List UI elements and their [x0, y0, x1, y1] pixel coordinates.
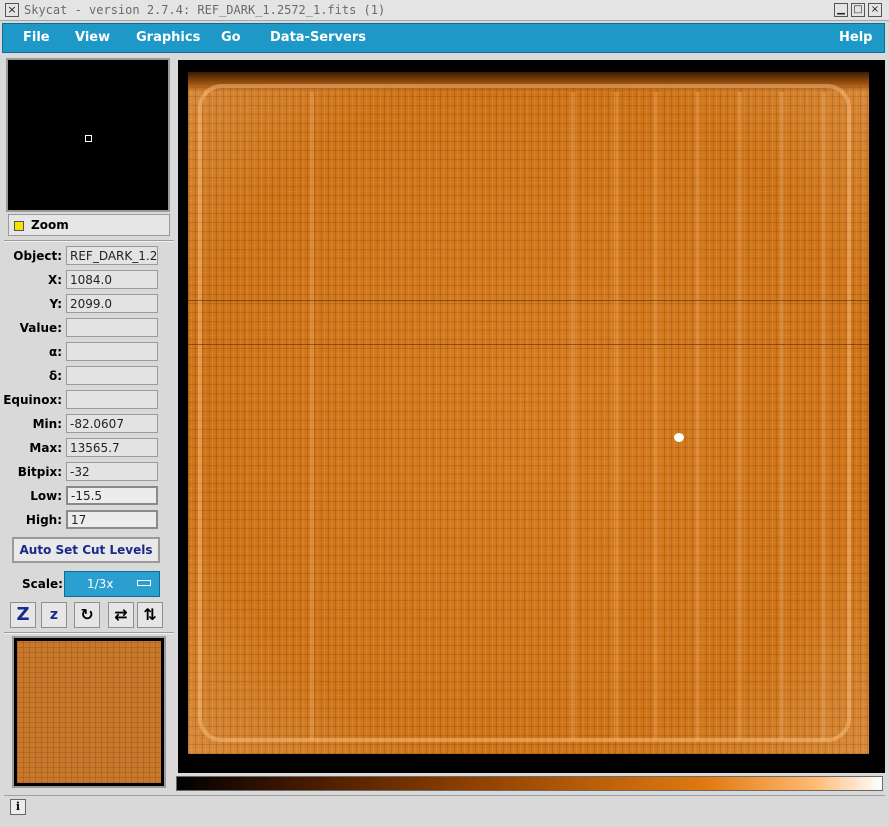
- field-label: δ:: [48, 369, 62, 383]
- title-bar: × Skycat - version 2.7.4: REF_DARK_1.257…: [0, 0, 889, 21]
- column-stripe: [780, 92, 784, 740]
- column-stripe: [738, 92, 742, 740]
- field-value: Value:: [6, 318, 162, 338]
- flip-x-button[interactable]: ⇄: [108, 602, 134, 628]
- high-input[interactable]: 17: [66, 510, 158, 529]
- scale-label: Scale:: [22, 577, 63, 591]
- field-high: High: 17: [6, 510, 162, 530]
- maximize-icon[interactable]: □: [851, 3, 865, 17]
- menu-bar: File View Graphics Go Data-Servers Help: [2, 23, 885, 53]
- menu-go[interactable]: Go: [221, 30, 241, 45]
- divider: [4, 240, 174, 242]
- panner-view[interactable]: [6, 58, 170, 212]
- low-input[interactable]: -15.5: [66, 486, 158, 505]
- field-label: Low:: [30, 489, 62, 503]
- field-label: Max:: [29, 441, 62, 455]
- field-label: Y:: [49, 297, 62, 311]
- menu-view[interactable]: View: [75, 30, 110, 45]
- app-close-icon[interactable]: ×: [5, 3, 19, 17]
- zoom-in-button[interactable]: Z: [10, 602, 36, 628]
- hot-pixel: [674, 433, 684, 442]
- field-x: X: 1084.0: [6, 270, 162, 290]
- flip-y-icon: ⇅: [143, 605, 157, 624]
- max-value: 13565.7: [66, 438, 158, 457]
- info-icon: i: [10, 799, 26, 815]
- column-stripe: [654, 92, 658, 740]
- object-value: REF_DARK_1.2: [66, 246, 158, 265]
- column-stripe: [571, 92, 575, 740]
- field-label: Object:: [13, 249, 62, 263]
- scale-menu[interactable]: 1/3x: [64, 571, 160, 597]
- colorbar[interactable]: [176, 776, 883, 791]
- zoom-in-icon: Z: [16, 604, 30, 625]
- rotate-button[interactable]: ↻: [74, 602, 100, 628]
- field-min: Min: -82.0607: [6, 414, 162, 434]
- fits-image[interactable]: [188, 72, 869, 754]
- row-line: [188, 344, 869, 345]
- x-value: 1084.0: [66, 270, 158, 289]
- dec-value: [66, 366, 158, 385]
- field-label: α:: [48, 345, 62, 359]
- menu-file[interactable]: File: [23, 30, 50, 45]
- column-stripe: [822, 92, 826, 740]
- min-value: -82.0607: [66, 414, 158, 433]
- field-label: Min:: [32, 417, 62, 431]
- menu-data-servers[interactable]: Data-Servers: [270, 30, 366, 45]
- flip-x-icon: ⇄: [114, 605, 128, 624]
- row-line: [188, 300, 869, 301]
- thumbnail-pixels: [17, 641, 161, 783]
- field-object: Object: REF_DARK_1.2: [6, 246, 162, 266]
- pixel-value: [66, 318, 158, 337]
- field-ra: α:: [6, 342, 162, 362]
- flip-y-button[interactable]: ⇅: [137, 602, 163, 628]
- rotate-icon: ↻: [80, 605, 94, 624]
- pan-marker[interactable]: [85, 135, 92, 142]
- equinox-value: [66, 390, 158, 409]
- zoom-out-icon: z: [49, 607, 59, 623]
- field-label: Bitpix:: [17, 465, 62, 479]
- zoom-label: Zoom: [31, 218, 69, 232]
- menu-help[interactable]: Help: [839, 30, 872, 45]
- status-bar: i: [4, 795, 885, 819]
- field-label: Value:: [19, 321, 62, 335]
- field-equinox: Equinox:: [3, 390, 162, 410]
- scale-value: 1/3x: [87, 577, 114, 591]
- menu-graphics[interactable]: Graphics: [136, 30, 200, 45]
- field-label: Equinox:: [3, 393, 62, 407]
- field-label: High:: [25, 513, 62, 527]
- bitpix-value: -32: [66, 462, 158, 481]
- window-title: Skycat - version 2.7.4: REF_DARK_1.2572_…: [24, 3, 386, 17]
- y-value: 2099.0: [66, 294, 158, 313]
- zoom-indicator-icon: [14, 221, 24, 231]
- column-stripe: [310, 92, 314, 740]
- field-y: Y: 2099.0: [6, 294, 162, 314]
- field-bitpix: Bitpix: -32: [6, 462, 162, 482]
- field-dec: δ:: [6, 366, 162, 386]
- minimize-icon[interactable]: ▁: [834, 3, 848, 17]
- auto-set-cut-levels-button[interactable]: Auto Set Cut Levels: [12, 537, 160, 563]
- detector-frame: [198, 84, 851, 742]
- field-label: X:: [47, 273, 62, 287]
- column-stripe: [614, 92, 618, 740]
- thumbnail-image[interactable]: [12, 636, 166, 788]
- zoom-out-button[interactable]: z: [41, 602, 67, 628]
- ra-value: [66, 342, 158, 361]
- divider: [4, 632, 174, 634]
- dropdown-indicator-icon: [137, 580, 151, 586]
- field-max: Max: 13565.7: [6, 438, 162, 458]
- field-low: Low: -15.5: [6, 486, 162, 506]
- zoom-toggle[interactable]: Zoom: [8, 214, 170, 236]
- close-icon[interactable]: ×: [868, 3, 882, 17]
- column-stripe: [696, 92, 700, 740]
